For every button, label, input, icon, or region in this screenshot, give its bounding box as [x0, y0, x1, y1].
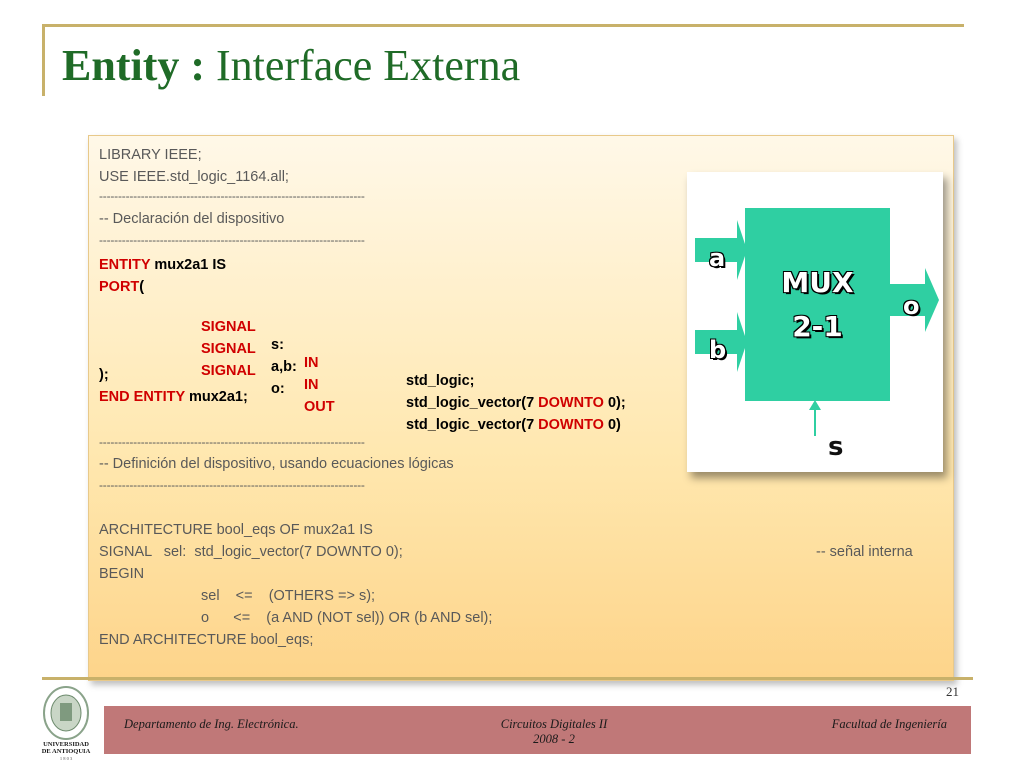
signal-type: std_logic; [406, 373, 475, 389]
entity-line: ENTITY mux2a1 IS [99, 256, 226, 274]
logo-text-line2: DE ANTIOQUIA [42, 748, 91, 755]
close-paren: ); [99, 367, 109, 383]
code-line: sel <= (OTHERS => s); [201, 588, 376, 604]
code-separator: ----------------------------------------… [99, 478, 365, 492]
output-o-label: o [903, 292, 920, 320]
footer-department: Departamento de Ing. Electrónica. [124, 717, 299, 731]
select-s-label: s [828, 432, 844, 462]
footer-course-term: 2008 - 2 [533, 732, 575, 746]
frame-bottom-line [42, 677, 973, 680]
signal-type: std_logic_vector(7 DOWNTO 0); [406, 395, 626, 411]
page-number: 21 [946, 684, 959, 699]
footer-course: Circuitos Digitales II 2008 - 2 [474, 717, 634, 747]
slide-title: Entity : Interface Externa [62, 40, 520, 91]
code-line: LIBRARY IEEE; [99, 147, 202, 163]
logo-text-line3: 1 8 0 3 [60, 756, 73, 761]
end-entity-name: mux2a1; [184, 389, 248, 405]
mux-label: MUX [781, 266, 854, 299]
code-line: END ARCHITECTURE bool_eqs; [99, 632, 314, 648]
code-line: o <= (a AND (NOT sel)) OR (b AND sel); [201, 610, 493, 626]
code-line: ARCHITECTURE bool_eqs OF mux2a1 IS [99, 522, 373, 538]
port-paren: ( [139, 279, 145, 295]
signal-mode: OUT [304, 399, 335, 415]
code-line: USE IEEE.std_logic_1164.all; [99, 169, 289, 185]
signal-mode: IN [304, 377, 319, 393]
code-comment: -- Definición del dispositivo, usando ec… [99, 456, 454, 472]
end-entity-keyword: END ENTITY [99, 389, 185, 405]
entity-keyword: ENTITY [99, 257, 151, 273]
code-comment: -- señal interna [816, 544, 913, 560]
mux-block: MUX 2-1 [745, 208, 890, 401]
downto-keyword: DOWNTO [538, 417, 604, 433]
footer-bar: Departamento de Ing. Electrónica. Circui… [104, 706, 971, 754]
frame-left-line [42, 24, 45, 96]
code-line: SIGNAL sel: std_logic_vector(7 DOWNTO 0)… [99, 544, 403, 560]
footer-course-name: Circuitos Digitales II [500, 717, 608, 731]
signal-name: o: [271, 381, 285, 397]
signal-keyword: SIGNAL [201, 363, 256, 379]
end-entity-line: END ENTITY mux2a1; [99, 388, 248, 406]
title-rest: Interface Externa [205, 41, 521, 90]
port-keyword: PORT [99, 279, 140, 295]
logo-text-line1: UNIVERSIDAD [43, 741, 89, 748]
downto-keyword: DOWNTO [538, 395, 604, 411]
select-s-arrowhead [809, 400, 821, 410]
mux-diagram: MUX 2-1 a b o s [687, 172, 943, 472]
mux-label-size: 2-1 [792, 310, 843, 343]
code-line: BEGIN [99, 566, 145, 582]
port-line: PORT( [99, 278, 144, 296]
signal-type: std_logic_vector(7 DOWNTO 0) [406, 417, 621, 433]
code-comment: -- Declaración del dispositivo [99, 211, 285, 227]
code-separator: ----------------------------------------… [99, 189, 365, 203]
frame-top-line [42, 24, 964, 27]
footer-faculty: Facultad de Ingeniería [831, 717, 947, 731]
entity-name: mux2a1 IS [150, 257, 227, 273]
input-b-label: b [709, 336, 727, 364]
input-a-label: a [709, 244, 726, 272]
university-logo: UNIVERSIDAD DE ANTIOQUIA 1 8 0 3 [42, 686, 91, 761]
title-bold: Entity : [62, 41, 205, 90]
code-separator: ----------------------------------------… [99, 435, 365, 449]
code-separator: ----------------------------------------… [99, 233, 365, 247]
logo-shield [60, 703, 72, 721]
